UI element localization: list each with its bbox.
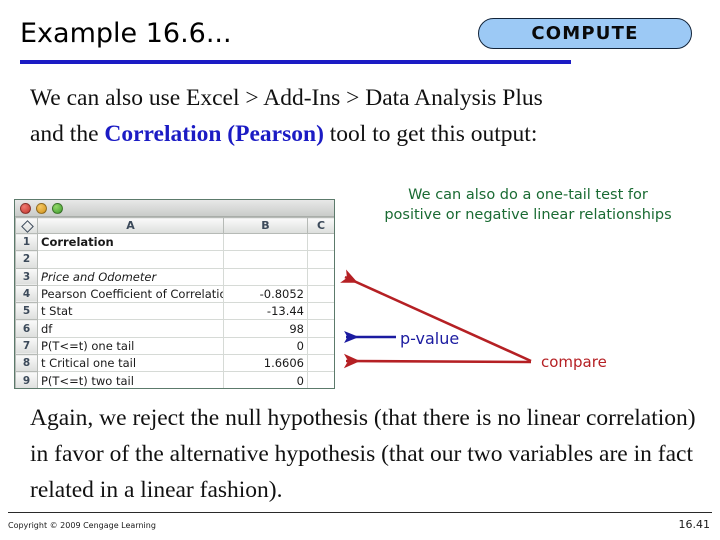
row-header[interactable]: 2 xyxy=(15,250,38,269)
cell-b[interactable] xyxy=(223,232,308,252)
intro-line-1-text: We can also use Excel > Add-Ins > Data A… xyxy=(30,85,543,111)
footer-divider xyxy=(8,512,712,513)
cell-b[interactable]: 0 xyxy=(223,371,308,388)
page-title: Example 16.6... xyxy=(20,18,232,49)
one-tail-note-line-1: We can also do a one-tail test for xyxy=(408,187,648,203)
cell-a[interactable]: t Critical one tail xyxy=(37,354,224,373)
row-header[interactable]: 9 xyxy=(15,371,38,388)
table-row: 2 xyxy=(15,250,334,269)
table-row: 8 t Critical one tail 1.6606 xyxy=(15,354,334,373)
cell-a[interactable]: Correlation xyxy=(37,232,224,252)
close-button-icon[interactable] xyxy=(20,202,31,214)
footer-page-number: 16.41 xyxy=(678,518,711,531)
row-header[interactable]: 5 xyxy=(15,302,38,321)
cell-a[interactable]: P(T<=t) two tail xyxy=(37,371,224,388)
row-header[interactable]: 8 xyxy=(15,354,38,373)
cell-b[interactable] xyxy=(223,250,308,269)
correlation-pearson-accent: Correlation (Pearson) xyxy=(104,121,324,147)
cell-a[interactable]: t Stat xyxy=(37,302,224,321)
cell-a[interactable]: Price and Odometer xyxy=(37,267,224,286)
table-row: 7 P(T<=t) one tail 0 xyxy=(15,336,334,356)
intro-paragraph: We can also use Excel > Add-Ins > Data A… xyxy=(30,80,700,152)
title-underline-rule xyxy=(20,60,571,64)
cell-c[interactable] xyxy=(307,267,334,286)
compare-label: compare xyxy=(541,353,607,371)
column-header-c[interactable]: C xyxy=(307,217,334,234)
table-row: 9 P(T<=t) two tail 0 xyxy=(15,371,334,388)
cell-b[interactable]: 0 xyxy=(223,336,308,356)
row-header[interactable]: 3 xyxy=(15,267,38,286)
cell-a[interactable]: df xyxy=(37,319,224,338)
spreadsheet-body: 1 Correlation 2 3 Price and Odometer 4 P… xyxy=(15,232,334,388)
table-row: 4 Pearson Coefficient of Correlation -0.… xyxy=(15,284,334,304)
table-row: 5 t Stat -13.44 xyxy=(15,302,334,321)
intro-line-1: We can also use Excel > Add-Ins > Data A… xyxy=(30,80,700,116)
cell-a[interactable] xyxy=(37,250,224,269)
cell-c[interactable] xyxy=(307,336,334,356)
cell-b[interactable]: 1.6606 xyxy=(223,354,308,373)
cell-b[interactable]: 98 xyxy=(223,319,308,338)
table-row: 6 df 98 xyxy=(15,319,334,338)
row-header[interactable]: 1 xyxy=(15,232,38,252)
cell-a[interactable]: P(T<=t) one tail xyxy=(37,336,224,356)
intro-line-2: and the Correlation (Pearson) tool to ge… xyxy=(30,116,700,152)
row-header[interactable]: 6 xyxy=(15,319,38,338)
table-row: 3 Price and Odometer xyxy=(15,267,334,286)
cell-b[interactable]: -13.44 xyxy=(223,302,308,321)
intro-line-2-prefix: and the xyxy=(30,121,105,147)
compute-badge[interactable]: COMPUTE xyxy=(478,18,692,49)
column-header-a[interactable]: A xyxy=(37,217,224,234)
compare-arrow-lower xyxy=(343,353,532,369)
intro-line-2-suffix: tool to get this output: xyxy=(323,121,538,147)
cell-b[interactable]: -0.8052 xyxy=(223,284,308,304)
column-header-b[interactable]: B xyxy=(223,217,308,234)
spreadsheet-grid[interactable]: A B C 1 Correlation 2 3 Price and Odomet… xyxy=(15,217,334,388)
maximize-button-icon[interactable] xyxy=(52,202,63,214)
cell-c[interactable] xyxy=(307,302,334,321)
excel-output-window[interactable]: A B C 1 Correlation 2 3 Price and Odomet… xyxy=(14,199,335,389)
cell-c[interactable] xyxy=(307,284,334,304)
cell-c[interactable] xyxy=(307,354,334,373)
diamond-icon xyxy=(20,219,34,233)
minimize-button-icon[interactable] xyxy=(36,202,47,214)
cell-c[interactable] xyxy=(307,371,334,388)
table-row: 1 Correlation xyxy=(15,232,334,252)
footer-copyright: Copyright © 2009 Cengage Learning xyxy=(8,521,156,530)
p-value-label: p-value xyxy=(400,329,460,348)
cell-a[interactable]: Pearson Coefficient of Correlation xyxy=(37,284,224,304)
cell-b[interactable] xyxy=(223,267,308,286)
one-tail-note-line-2: positive or negative linear relationship… xyxy=(384,207,672,223)
compute-badge-label: COMPUTE xyxy=(531,23,639,44)
column-header-row: A B C xyxy=(15,217,334,234)
row-header[interactable]: 4 xyxy=(15,284,38,304)
select-all-corner[interactable] xyxy=(15,217,38,234)
cell-c[interactable] xyxy=(307,232,334,252)
window-titlebar[interactable] xyxy=(15,200,334,217)
conclusion-paragraph: Again, we reject the null hypothesis (th… xyxy=(30,405,696,503)
cell-c[interactable] xyxy=(307,250,334,269)
cell-c[interactable] xyxy=(307,319,334,338)
compare-arrow-upper xyxy=(340,269,532,363)
row-header[interactable]: 7 xyxy=(15,336,38,356)
one-tail-note: We can also do a one-tail test for posit… xyxy=(356,185,700,225)
